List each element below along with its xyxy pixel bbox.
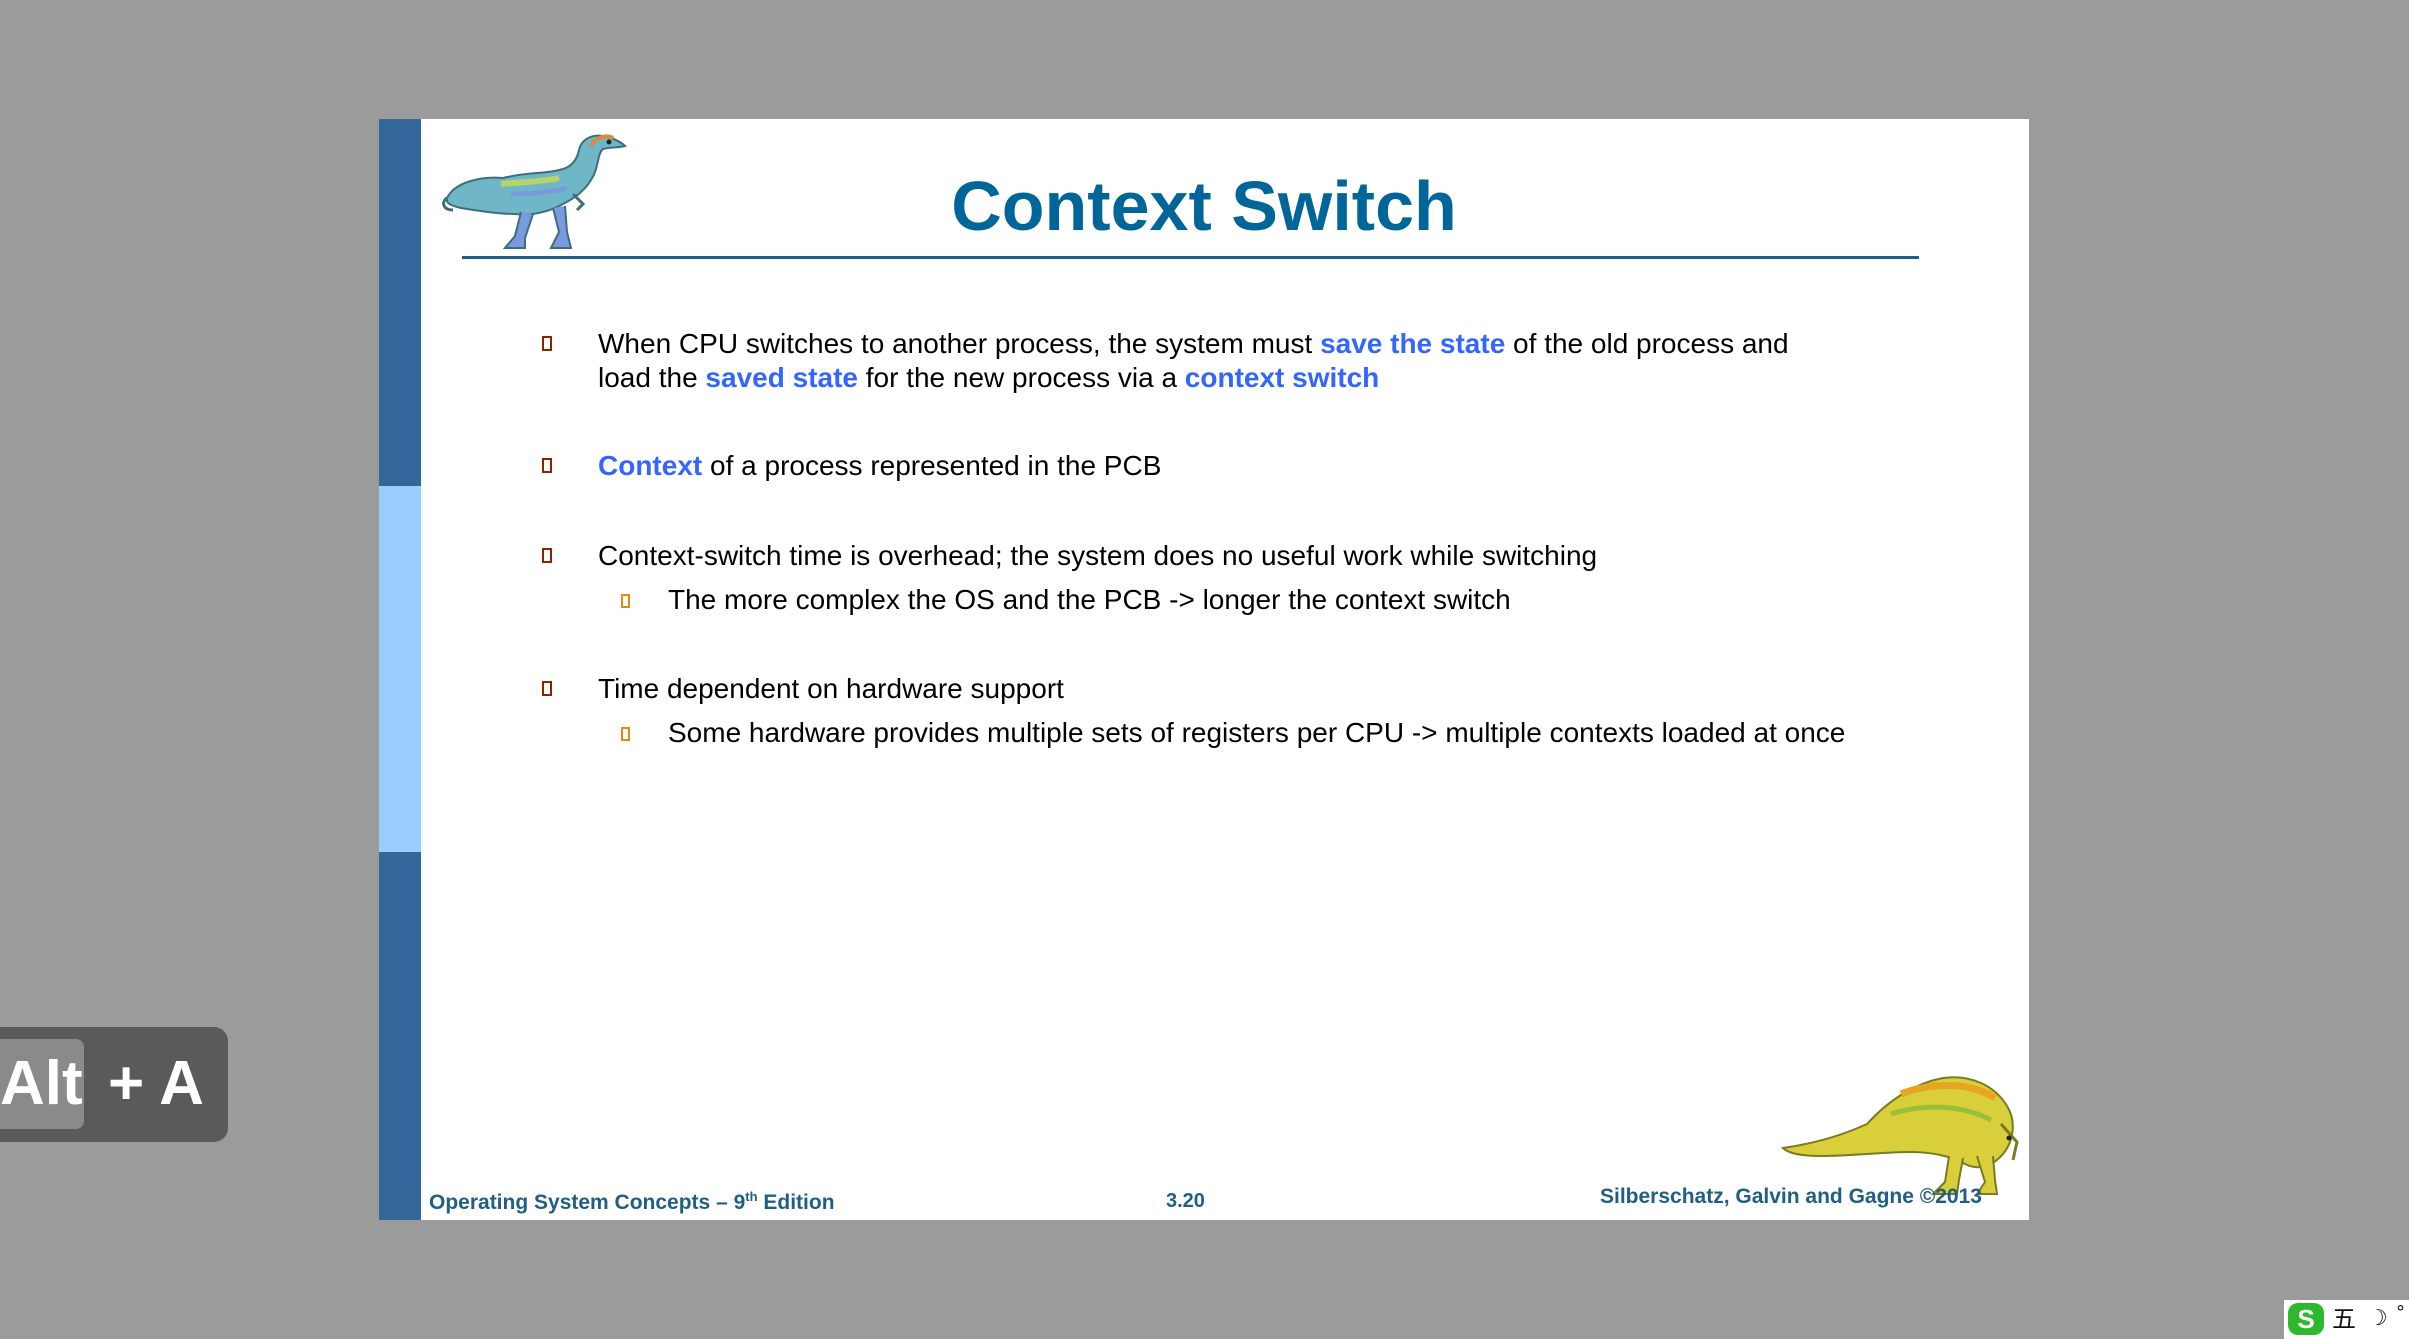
bullet-marker [542,681,552,696]
footer-authors: Silberschatz, Galvin and Gagne ©2013 [1600,1185,1982,1208]
sub-bullet-text: Some hardware provides multiple sets of … [668,717,1846,748]
shortcut-key-combo: + A [108,1049,204,1118]
bullet-text-part: When CPU switches to another process, th… [598,328,1321,359]
bullet-marker [542,336,552,351]
side-bar-middle-segment [379,486,421,852]
shortcut-overlay: Alt + A [0,1027,228,1142]
bullet-text-highlight: saved state [705,362,858,393]
footer-page-number: 3.20 [1166,1190,1205,1212]
footer-book-title-sup: th [745,1189,758,1204]
title-underline [462,256,1919,259]
bullet-text: Context of a process represented in the … [598,449,1838,483]
bullet-text-part: for the new process via a [857,362,1185,393]
sub-bullet-marker [621,727,630,741]
slide-side-bar [379,119,421,1220]
sub-bullet-text: The more complex the OS and the PCB -> l… [668,584,1511,615]
bullet-text-highlight: Context [598,450,703,481]
bullet-marker [542,548,552,563]
ime-mode-indicator[interactable]: 五 [2332,1304,2356,1334]
sogou-logo-icon[interactable]: S [2288,1303,2324,1335]
bullet-text: When CPU switches to another process, th… [598,327,1838,395]
footer-book-title-main: Operating System Concepts – 9 [429,1191,746,1214]
degree-icon[interactable]: ° [2396,1302,2405,1323]
bullet-marker [542,458,552,473]
ime-tray[interactable]: S 五 ☽ ° [2284,1300,2409,1339]
bullet-text: Context-switch time is overhead; the sys… [598,539,1838,573]
footer-book-title-edition: Edition [757,1191,835,1214]
slide: Context Switch When CPU switches to anot… [379,119,2029,1220]
bullet-text-highlight: save the state [1320,328,1506,359]
moon-icon[interactable]: ☽ [2368,1304,2388,1334]
side-bar-bottom-segment [379,852,421,1220]
bullet-text: Time dependent on hardware support [598,672,1838,706]
bullet-text-part: Time dependent on hardware support [598,673,1064,704]
dinosaur-logo-bottom [1781,1076,2019,1195]
bullet-text-highlight: context switch [1184,362,1380,393]
shortcut-key-alt: Alt [0,1039,84,1129]
slide-title: Context Switch [951,167,1457,245]
sub-bullet-marker [621,594,630,608]
bullet-text-part: Context-switch time is overhead; the sys… [598,540,1598,571]
side-bar-top-segment [379,119,421,486]
footer-book-title: Operating System Concepts – 9th Edition [429,1189,835,1215]
bullet-text-part: of a process represented in the PCB [702,450,1162,481]
dinosaur-logo-top [442,134,627,249]
